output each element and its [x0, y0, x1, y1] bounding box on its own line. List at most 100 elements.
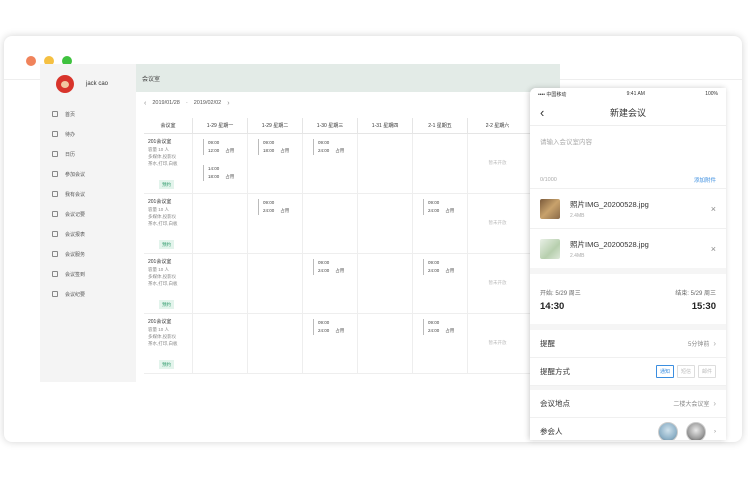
schedule-cell[interactable]	[357, 254, 412, 313]
sidebar-item-meeting-checkin[interactable]: 会议签到	[40, 264, 136, 284]
file-name: 照片IMG_20200528.jpg	[570, 239, 649, 249]
add-attachment-link[interactable]: 添加附件	[694, 176, 716, 184]
schedule-cell[interactable]: 09:00 24:00 占用	[302, 254, 357, 313]
sidebar-item-my-meeting[interactable]: 我有会议	[40, 184, 136, 204]
schedule-cell[interactable]	[357, 194, 412, 253]
remind-row[interactable]: 提醒 5分钟前 ›	[530, 330, 726, 358]
sidebar: jack cao 首页 待办 日历 参加会议 我有会议 会议记要 会议报表 会议…	[40, 64, 136, 382]
mobile-navbar: ‹ 新建会议	[530, 100, 726, 126]
schedule-cell[interactable]	[247, 314, 302, 373]
close-icon[interactable]: ×	[711, 204, 716, 214]
slot-start-time: 09:00	[428, 320, 440, 325]
time-picker[interactable]: 开始: 5/29 周三 14:30 结束: 5/29 周三 15:30	[530, 274, 726, 324]
slot-status: 占用	[335, 328, 345, 333]
booked-slot[interactable]: 09:00 24:00 占用	[313, 259, 344, 275]
booked-slot[interactable]: 09:00 24:00 占用	[423, 319, 454, 335]
schedule-cell[interactable]: 09:00 18:00 占用	[247, 134, 302, 193]
page-title: 会议室	[142, 76, 161, 83]
back-arrow-icon[interactable]: ‹	[540, 105, 544, 120]
location-row[interactable]: 会议地点 二楼大会议室 ›	[530, 390, 726, 418]
sidebar-item-meeting-report[interactable]: 会议报表	[40, 224, 136, 244]
chevron-right-icon: ›	[714, 428, 716, 435]
sidebar-item-meeting-service[interactable]: 会议服务	[40, 244, 136, 264]
schedule-cell[interactable]	[357, 134, 412, 193]
avatar[interactable]	[686, 421, 706, 440]
remind-label: 提醒	[540, 339, 555, 348]
close-window-button[interactable]	[26, 56, 36, 66]
desktop-app: jack cao 首页 待办 日历 参加会议 我有会议 会议记要 会议报表 会议…	[40, 64, 560, 382]
end-time-block[interactable]: 结束: 5/29 周三 15:30	[675, 288, 716, 324]
prev-week-button[interactable]: ‹	[144, 100, 146, 107]
schedule-cell: 暂未开放	[467, 254, 527, 313]
booked-slot[interactable]: 09:00 24:00 占用	[423, 259, 454, 275]
user-profile[interactable]: jack cao	[56, 72, 108, 96]
chevron-right-icon: ›	[713, 339, 716, 348]
book-room-button[interactable]: 预约	[159, 300, 174, 309]
schedule-cell[interactable]	[192, 314, 247, 373]
book-room-button[interactable]: 预约	[159, 180, 174, 189]
carrier-label: •••• 中国移动	[538, 91, 567, 98]
attachment-item[interactable]: 照片IMG_20200528.jpg 2.4MB ×	[530, 228, 726, 268]
start-time-block[interactable]: 开始: 5/29 周三 14:30	[540, 288, 581, 324]
room-services: 茶水,打印,白板	[148, 221, 178, 226]
remind-method-email[interactable]: 邮件	[697, 365, 716, 378]
sidebar-item-todo[interactable]: 待办	[40, 124, 136, 144]
remind-method-notify[interactable]: 通知	[655, 365, 674, 378]
sidebar-item-label: 首页	[65, 111, 76, 118]
booked-slot[interactable]: 09:00 24:00 占用	[423, 199, 454, 215]
status-bar: •••• 中国移动 9:41 AM 100%	[530, 88, 726, 100]
slot-status: 占用	[225, 148, 235, 153]
schedule-cell[interactable]: 09:00 24:00 占用	[412, 314, 467, 373]
date-end: 2019/02/02	[193, 100, 222, 106]
schedule-cell[interactable]	[192, 194, 247, 253]
booked-slot[interactable]: 09:00 24:00 占用	[313, 139, 344, 155]
schedule-cell[interactable]	[412, 134, 467, 193]
booked-slot[interactable]: 09:00 24:00 占用	[313, 319, 344, 335]
column-header: 1-30 星期三	[302, 118, 357, 133]
schedule-cell[interactable]: 09:00 24:00 占用	[302, 314, 357, 373]
sidebar-item-meeting-minutes[interactable]: 会议纪要	[40, 284, 136, 304]
booked-slot[interactable]: 09:00 24:00 占用	[258, 199, 289, 215]
slot-status: 占用	[445, 328, 455, 333]
remind-method-sms[interactable]: 短信	[676, 365, 695, 378]
schedule-cell[interactable]: 09:00 24:00 占用	[302, 134, 357, 193]
slot-start-time: 09:00	[428, 260, 440, 265]
avatar[interactable]	[658, 421, 678, 440]
attachment-item[interactable]: 照片IMG_20200528.jpg 2.4MB ×	[530, 188, 726, 228]
page-title: 新建会议	[609, 108, 646, 118]
schedule-cell[interactable]	[192, 254, 247, 313]
slot-start-time: 09:00	[428, 200, 440, 205]
slot-start-time: 09:00	[263, 140, 275, 145]
char-count: 0/1000	[540, 177, 557, 183]
schedule-cell[interactable]: 09:00 12:00 占用 14:00 18:00 占用	[192, 134, 247, 193]
sidebar-item-label: 日历	[65, 151, 76, 158]
schedule-cell[interactable]	[247, 254, 302, 313]
schedule-cell[interactable]	[302, 194, 357, 253]
sidebar-item-join-meeting[interactable]: 参加会议	[40, 164, 136, 184]
slot-end-time: 24:00	[428, 268, 440, 273]
close-icon[interactable]: ×	[711, 244, 716, 254]
booked-slot[interactable]: 14:00 18:00 占用	[203, 165, 234, 181]
sidebar-nav: 首页 待办 日历 参加会议 我有会议 会议记要 会议报表 会议服务 会议签到 会…	[40, 104, 136, 304]
slot-start-time: 09:00	[208, 140, 220, 145]
book-room-button[interactable]: 预约	[159, 240, 174, 249]
slot-status: 占用	[225, 174, 235, 179]
schedule-cell[interactable]: 09:00 24:00 占用	[412, 254, 467, 313]
slot-start-time: 09:00	[263, 200, 275, 205]
schedule-cell[interactable]: 09:00 24:00 占用	[247, 194, 302, 253]
sidebar-item-home[interactable]: 首页	[40, 104, 136, 124]
booked-slot[interactable]: 09:00 18:00 占用	[258, 139, 289, 155]
next-week-button[interactable]: ›	[227, 100, 229, 107]
room-name: 201会议室	[148, 319, 172, 325]
schedule-cell[interactable]	[357, 314, 412, 373]
meeting-content-input[interactable]: 请输入会议室内容	[530, 126, 726, 172]
room-cell: 201会议室 容量 10 人 多媒体,投影仪 茶水,打印,白板 预约	[144, 194, 192, 253]
sidebar-item-meeting-notes[interactable]: 会议记要	[40, 204, 136, 224]
schedule-cell[interactable]: 09:00 24:00 占用	[412, 194, 467, 253]
edit-icon	[52, 251, 58, 257]
booked-slot[interactable]: 09:00 12:00 占用	[203, 139, 234, 155]
sidebar-item-calendar[interactable]: 日历	[40, 144, 136, 164]
main-panel: 会议室 ‹ 2019/01/28 - 2019/02/02 › 会议室 1-29…	[136, 64, 560, 382]
attendees-row[interactable]: 参会人 ›	[530, 418, 726, 440]
book-room-button[interactable]: 预约	[159, 360, 174, 369]
